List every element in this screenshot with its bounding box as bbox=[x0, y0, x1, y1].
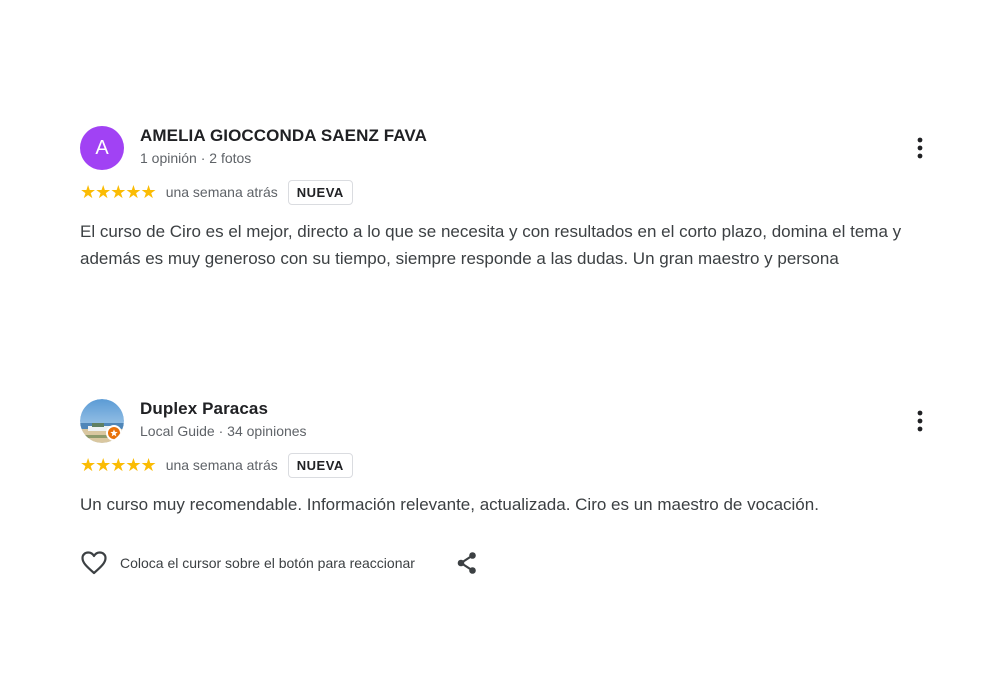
new-badge: NUEVA bbox=[287, 179, 353, 205]
more-options-button[interactable] bbox=[900, 134, 940, 162]
review-date: una semana atrás bbox=[165, 457, 278, 473]
new-badge: NUEVA bbox=[287, 452, 353, 478]
more-vert-icon bbox=[917, 410, 923, 432]
rating-row: ★★★★★ una semana atrás NUEVA bbox=[80, 178, 353, 206]
reviewer-meta: 1 opinión · 2 fotos bbox=[140, 150, 252, 166]
reviewer-meta: Local Guide · 34 opiniones bbox=[140, 423, 307, 439]
review-actions: Coloca el cursor sobre el botón para rea… bbox=[80, 546, 481, 580]
rating-row: ★★★★★ una semana atrás NUEVA bbox=[80, 451, 353, 479]
reviewer-name[interactable]: AMELIA GIOCCONDA SAENZ FAVA bbox=[140, 126, 427, 146]
reviewer-name[interactable]: Duplex Paracas bbox=[140, 399, 268, 419]
react-hint: Coloca el cursor sobre el botón para rea… bbox=[120, 555, 415, 571]
heart-outline-icon bbox=[81, 551, 107, 575]
star-rating: ★★★★★ bbox=[80, 181, 157, 202]
avatar-letter: A bbox=[95, 136, 109, 159]
review-text: Un curso muy recomendable. Información r… bbox=[80, 495, 819, 514]
star-rating: ★★★★★ bbox=[80, 454, 157, 475]
review-text: El curso de Ciro es el mejor, directo a … bbox=[80, 222, 902, 268]
more-vert-icon bbox=[917, 137, 923, 159]
more-options-button[interactable] bbox=[900, 407, 940, 435]
local-guide-badge bbox=[106, 425, 122, 441]
share-icon bbox=[457, 552, 476, 574]
review-date: una semana atrás bbox=[165, 184, 278, 200]
avatar[interactable] bbox=[80, 399, 124, 443]
avatar[interactable]: A bbox=[80, 126, 124, 170]
react-button[interactable] bbox=[80, 549, 108, 577]
local-guide-star-icon bbox=[110, 429, 118, 437]
share-button[interactable] bbox=[453, 549, 481, 577]
